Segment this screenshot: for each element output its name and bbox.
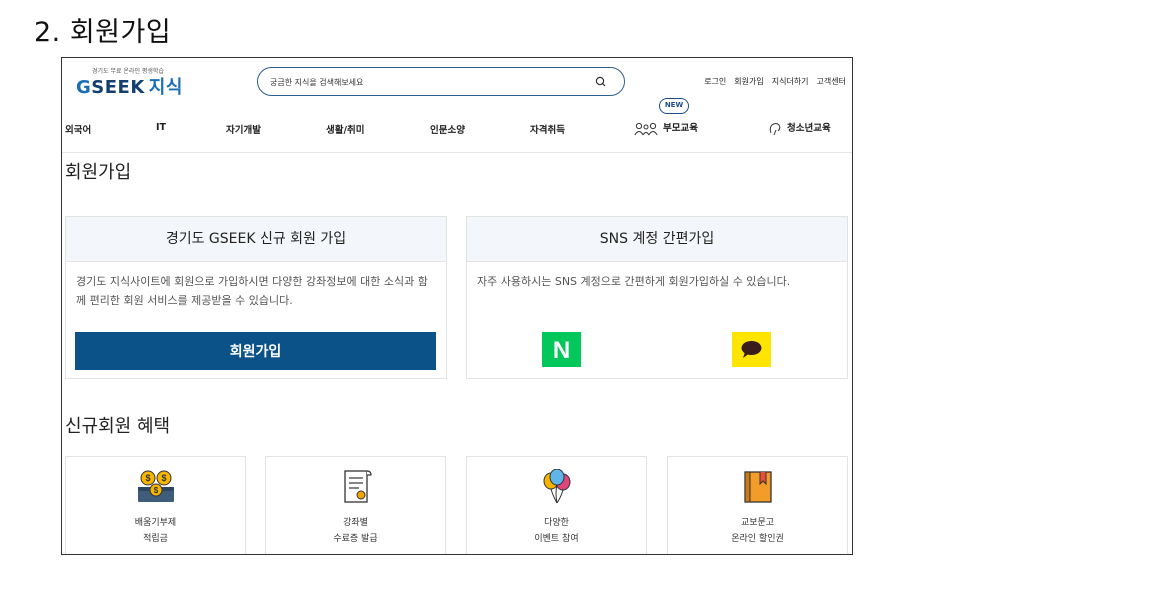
benefit-label: 교보문고 온라인 할인권	[731, 518, 784, 544]
signup-link[interactable]: 회원가입	[734, 76, 763, 87]
svg-text:$: $	[153, 486, 158, 495]
main-nav: 외국어 IT 자기개발 생활/취미 인문소양 자격취득 NEW 부모교육 청소년…	[62, 98, 852, 153]
svg-text:$: $	[145, 473, 150, 483]
benefit-label: 다양한 이벤트 참여	[534, 518, 579, 544]
nav-item-humanities[interactable]: 인문소양	[430, 122, 465, 136]
customer-center-link[interactable]: 고객센터	[817, 76, 846, 87]
page-title: 회원가입	[65, 162, 132, 183]
new-badge: NEW	[659, 98, 689, 114]
logo-wordmark: GSEEK 지식	[76, 77, 183, 98]
nav-item-certification[interactable]: 자격취득	[530, 122, 565, 136]
gseek-signup-title: 경기도 GSEEK 신규 회원 가입	[66, 217, 446, 262]
sns-signup-description: 자주 사용하시는 SNS 계정으로 간편하게 회원가입하실 수 있습니다.	[477, 275, 791, 288]
nav-item-life-hobby[interactable]: 생활/취미	[326, 122, 364, 136]
screenshot-frame: 경기도 무료 온라인 평생학습 GSEEK지식 로그인 회원가입 지식더하기 고…	[61, 57, 853, 555]
kakao-login-icon[interactable]	[732, 332, 771, 367]
document-heading: 2. 회원가입	[34, 17, 172, 48]
sns-signup-title: SNS 계정 간편가입	[467, 217, 847, 262]
benefit-card: 교보문고 온라인 할인권	[667, 456, 848, 554]
gseek-signup-panel: 경기도 GSEEK 신규 회원 가입 경기도 지식사이트에 회원으로 가입하시면…	[65, 216, 447, 379]
book-icon	[743, 471, 772, 503]
benefit-label: 배움기부제 적립금	[134, 518, 177, 544]
nav-item-foreign-language[interactable]: 외국어	[65, 122, 91, 136]
coin-piggy-icon: $ $ $	[137, 470, 174, 502]
gseek-signup-description: 경기도 지식사이트에 회원으로 가입하시면 다양한 강좌정보에 대한 소식과 함…	[76, 275, 428, 307]
signup-button[interactable]: 회원가입	[75, 332, 436, 370]
nav-item-youth[interactable]: 청소년교육	[768, 120, 831, 136]
svg-text:N: N	[553, 337, 570, 364]
search-input[interactable]	[268, 74, 592, 90]
knowledge-plus-link[interactable]: 지식더하기	[772, 76, 809, 87]
benefits-title: 신규회원 혜택	[65, 416, 171, 437]
nav-item-self-development[interactable]: 자기개발	[226, 122, 261, 136]
search-box	[257, 67, 625, 96]
benefit-card: 다양한 이벤트 참여	[466, 456, 647, 554]
naver-login-icon[interactable]: N	[542, 332, 581, 367]
site-header: 경기도 무료 온라인 평생학습 GSEEK지식 로그인 회원가입 지식더하기 고…	[62, 58, 852, 106]
benefit-label: 강좌별 수료증 발급	[333, 518, 378, 544]
login-link[interactable]: 로그인	[704, 76, 726, 87]
certificate-icon	[343, 470, 372, 503]
benefit-card: $ $ $ 배움기부제 적립금	[65, 456, 246, 554]
family-icon	[634, 122, 658, 135]
svg-text:$: $	[161, 473, 166, 483]
sns-signup-panel: SNS 계정 간편가입 자주 사용하시는 SNS 계정으로 간편하게 회원가입하…	[466, 216, 848, 379]
balloons-icon	[543, 469, 570, 504]
utility-nav: 로그인 회원가입 지식더하기 고객센터	[704, 76, 846, 87]
youth-icon	[769, 122, 781, 135]
site-logo[interactable]: 경기도 무료 온라인 평생학습 GSEEK 지식	[76, 66, 183, 99]
nav-item-parenting[interactable]: 부모교육	[634, 120, 698, 136]
nav-item-it[interactable]: IT	[156, 122, 166, 133]
benefit-card: 강좌별 수료증 발급	[265, 456, 446, 554]
search-icon[interactable]	[594, 75, 608, 89]
